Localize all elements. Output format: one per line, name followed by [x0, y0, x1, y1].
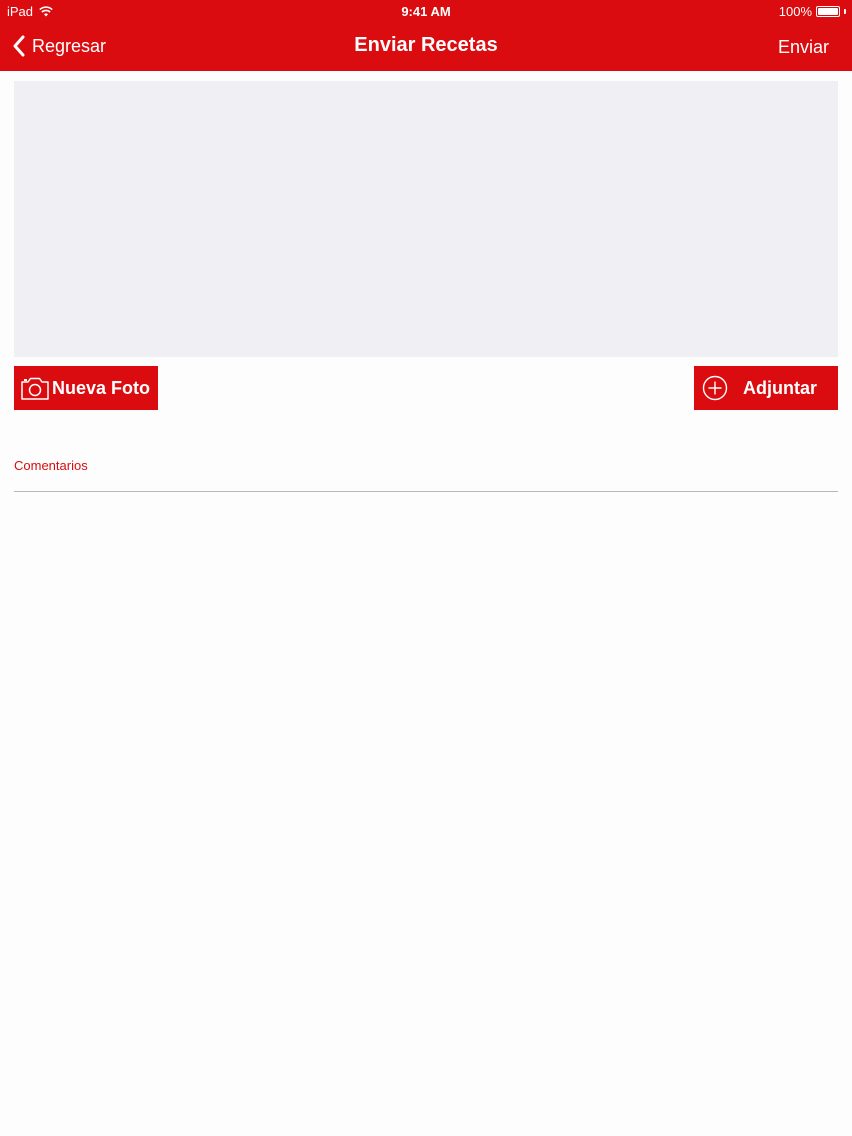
- status-bar: iPad 9:41 AM 100%: [0, 0, 852, 24]
- new-photo-label: Nueva Foto: [52, 377, 151, 398]
- attach-label: Adjuntar: [743, 377, 817, 398]
- comments-field[interactable]: [14, 478, 838, 490]
- photo-preview-area: [14, 81, 838, 357]
- battery-group: 100%: [779, 4, 846, 19]
- page-title: Enviar Recetas: [354, 34, 498, 56]
- nav-bar: Regresar Enviar Recetas Enviar: [0, 24, 852, 71]
- battery-tip: [844, 9, 846, 14]
- camera-icon: [21, 377, 49, 400]
- battery-percent: 100%: [778, 4, 812, 19]
- status-time: 9:41 AM: [401, 4, 451, 19]
- plus-circle-icon: [702, 375, 728, 401]
- new-photo-button[interactable]: Nueva Foto: [14, 366, 158, 410]
- send-button[interactable]: Enviar: [778, 37, 829, 58]
- battery-icon: [816, 6, 840, 17]
- top-bar: iPad 9:41 AM 100% Regresar Enviar Receta…: [0, 0, 852, 71]
- attach-button[interactable]: Adjuntar: [694, 366, 838, 410]
- comments-underline: [14, 491, 838, 492]
- comments-label: Comentarios: [14, 458, 88, 473]
